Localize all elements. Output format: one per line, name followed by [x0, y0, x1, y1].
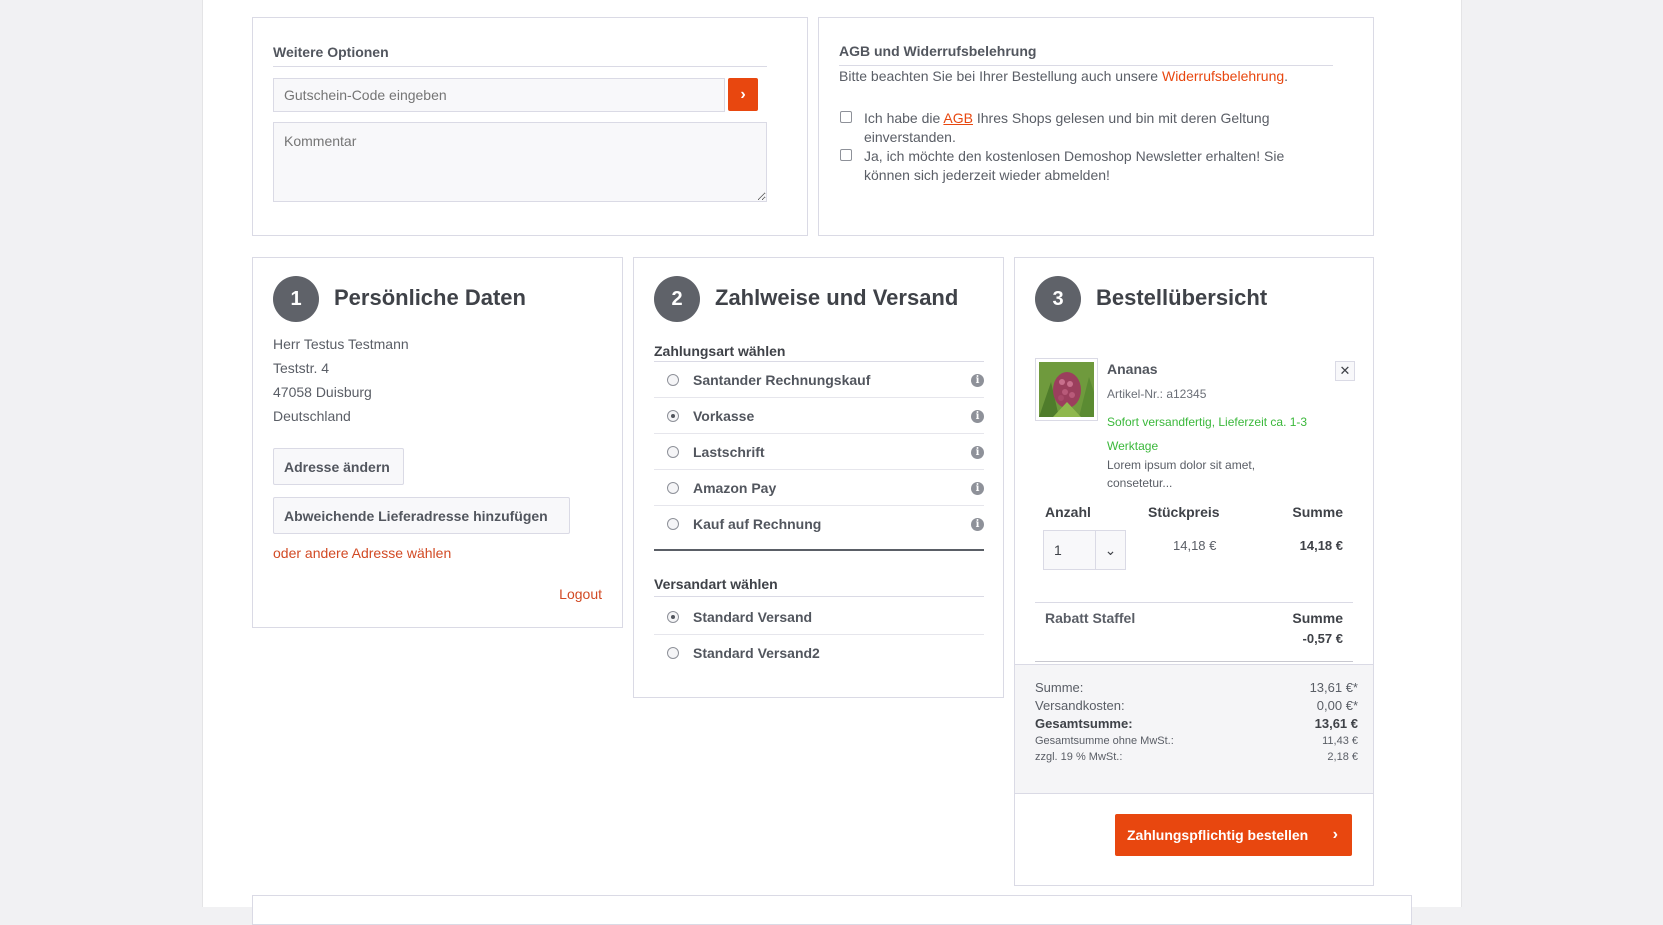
pineapple-image	[1039, 362, 1094, 417]
totals-box: Summe: 13,61 €* Versandkosten: 0,00 €* Ges…	[1015, 664, 1373, 794]
remove-item-button[interactable]: ✕	[1335, 361, 1355, 381]
shipping-method-label: Versandart wählen	[654, 576, 778, 592]
divider	[654, 596, 984, 597]
step-number-3: 3	[1035, 276, 1081, 322]
info-icon[interactable]: i	[971, 446, 984, 459]
payment-option-amazon-pay[interactable]: Amazon Pay i	[654, 470, 984, 506]
shipping-option-standard[interactable]: Standard Versand	[654, 599, 984, 635]
article-number: Artikel-Nr.: a12345	[1107, 387, 1207, 401]
agb-link[interactable]: AGB	[943, 110, 973, 126]
subtotal-row: Summe: 13,61 €*	[1035, 680, 1358, 695]
other-address-link[interactable]: oder andere Adresse wählen	[273, 545, 451, 561]
radio-button[interactable]	[667, 374, 679, 386]
terms-intro: Bitte beachten Sie bei Ihrer Bestellung …	[839, 68, 1289, 84]
payment-option-invoice[interactable]: Kauf auf Rechnung i	[654, 506, 984, 542]
newsletter-text: Ja, ich möchte den kostenlosen Demoshop …	[864, 148, 1285, 183]
voucher-submit-button[interactable]: ›	[728, 78, 758, 111]
close-icon: ✕	[1339, 363, 1351, 378]
radio-button[interactable]	[667, 446, 679, 458]
agb-checkbox[interactable]	[840, 111, 852, 123]
revocation-link[interactable]: Widerrufsbelehrung	[1162, 68, 1284, 84]
add-shipping-address-button[interactable]: Abweichende Lieferadresse hinzufügen	[273, 497, 570, 534]
radio-button[interactable]	[667, 647, 679, 659]
payment-option-lastschrift[interactable]: Lastschrift i	[654, 434, 984, 470]
payment-option-vorkasse[interactable]: Vorkasse i	[654, 398, 984, 434]
divider	[654, 549, 984, 551]
discount-value: -0,57 €	[1302, 631, 1343, 646]
unit-price-header: Stückpreis	[1148, 504, 1220, 520]
payment-method-label: Zahlungsart wählen	[654, 343, 786, 359]
product-name[interactable]: Ananas	[1107, 361, 1158, 377]
address-line: Herr Testus Testmann	[273, 336, 409, 352]
quantity-value: 1	[1054, 542, 1062, 558]
radio-button[interactable]	[667, 611, 679, 623]
product-image[interactable]	[1035, 358, 1098, 421]
sum-header: Summe	[1292, 504, 1343, 520]
vat-row: zzgl. 19 % MwSt.: 2,18 €	[1035, 751, 1358, 763]
payment-method-list: Santander Rechnungskauf i Vorkasse i Las…	[654, 362, 984, 542]
payment-shipping-panel: 2 Zahlweise und Versand Zahlungsart wähl…	[633, 257, 1004, 698]
radio-button[interactable]	[667, 518, 679, 530]
footer-panel	[252, 895, 1412, 925]
agb-text: Ich habe die AGB Ihres Shops gelesen und…	[864, 110, 1270, 145]
info-icon[interactable]: i	[971, 518, 984, 531]
divider	[1035, 661, 1353, 662]
delivery-status: Sofort versandfertig, Lieferzeit ca. 1-3…	[1107, 415, 1308, 453]
logout-link[interactable]: Logout	[559, 586, 602, 602]
change-address-button[interactable]: Adresse ändern	[273, 448, 404, 485]
info-icon[interactable]: i	[971, 482, 984, 495]
address-line: Teststr. 4	[273, 360, 330, 376]
comment-field[interactable]	[273, 122, 767, 202]
info-icon[interactable]: i	[971, 410, 984, 423]
chevron-right-icon: ›	[740, 85, 746, 103]
divider	[1035, 602, 1353, 603]
product-description: Lorem ipsum dolor sit amet, consetetur..…	[1107, 458, 1256, 490]
address-line: 47058 Duisburg	[273, 384, 372, 400]
payment-title: Zahlweise und Versand	[715, 285, 959, 310]
place-order-button[interactable]: Zahlungspflichtig bestellen ›	[1115, 814, 1352, 856]
personal-data-panel: 1 Persönliche Daten Herr Testus Testmann…	[252, 257, 623, 628]
options-title: Weitere Optionen	[273, 44, 767, 67]
net-total-row: Gesamtsumme ohne MwSt.: 11,43 €	[1035, 735, 1358, 747]
radio-button[interactable]	[667, 410, 679, 422]
address-line: Deutschland	[273, 408, 351, 424]
unit-price-value: 14,18 €	[1173, 538, 1217, 553]
personal-title: Persönliche Daten	[334, 285, 526, 310]
step-number-1: 1	[273, 276, 319, 322]
page-container: Weitere Optionen › AGB und Widerrufsbele…	[202, 0, 1462, 925]
discount-label: Rabatt Staffel	[1045, 610, 1136, 626]
info-icon[interactable]: i	[971, 374, 984, 387]
newsletter-checkbox[interactable]	[840, 149, 852, 161]
shipping-option-standard2[interactable]: Standard Versand2	[654, 635, 984, 671]
radio-button[interactable]	[667, 482, 679, 494]
chevron-right-icon: ›	[1332, 826, 1338, 843]
shipping-cost-row: Versandkosten: 0,00 €*	[1035, 698, 1358, 713]
quantity-select[interactable]: 1 ⌄	[1043, 530, 1126, 570]
line-sum-value: 14,18 €	[1299, 538, 1343, 553]
order-summary-panel: 3 Bestellübersicht Ananas ✕ Artikel-Nr.:…	[1014, 257, 1374, 886]
summary-title: Bestellübersicht	[1096, 285, 1268, 310]
discount-sum-label: Summe	[1292, 610, 1343, 626]
voucher-input[interactable]	[273, 78, 725, 112]
step-number-2: 2	[654, 276, 700, 322]
grand-total-row: Gesamtsumme: 13,61 €	[1035, 716, 1358, 731]
shipping-method-list: Standard Versand Standard Versand2	[654, 599, 984, 671]
terms-title: AGB und Widerrufsbelehrung	[839, 43, 1333, 66]
quantity-header: Anzahl	[1045, 504, 1091, 520]
terms-panel: AGB und Widerrufsbelehrung Bitte beachte…	[818, 17, 1374, 236]
payment-option-santander[interactable]: Santander Rechnungskauf i	[654, 362, 984, 398]
options-panel: Weitere Optionen ›	[252, 17, 808, 236]
chevron-down-icon: ⌄	[1095, 531, 1125, 569]
